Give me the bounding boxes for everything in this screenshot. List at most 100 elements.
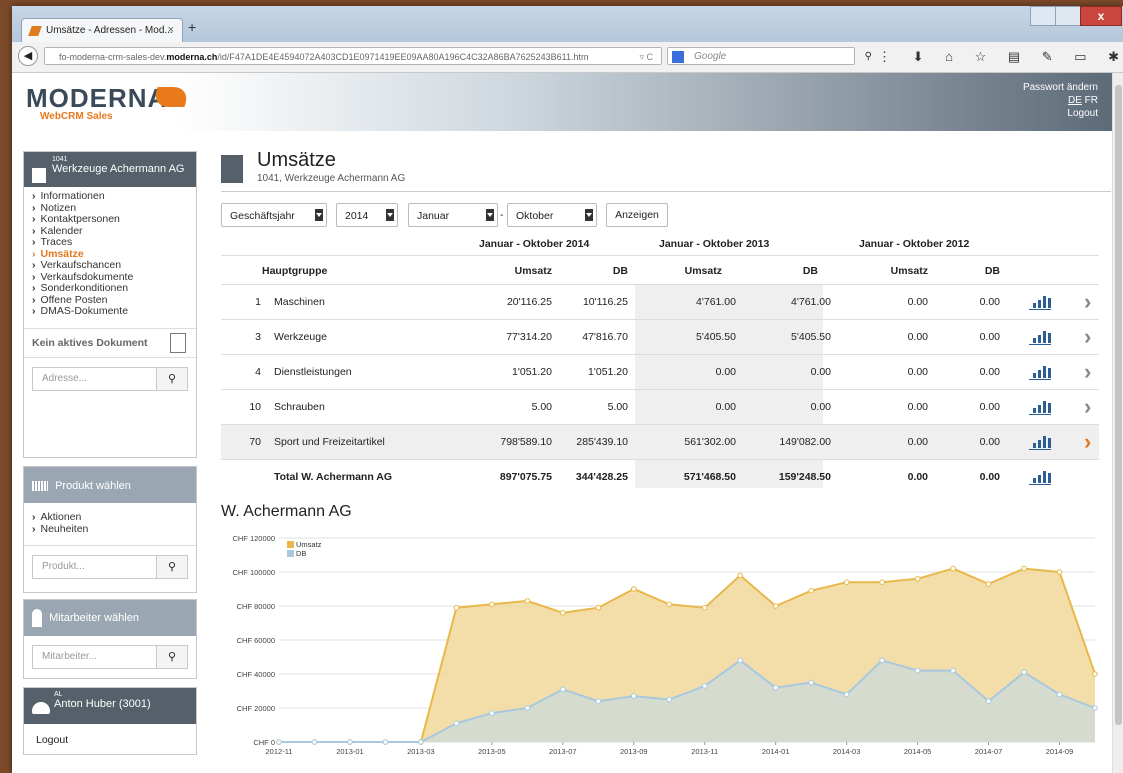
user-header: AL Anton Huber (3001) <box>24 688 196 724</box>
site-header: MODERNA WebCRM Sales Passwort ändern DE … <box>12 73 1112 131</box>
product-search-input[interactable]: Produkt... ⚲ <box>32 555 188 579</box>
toolbar-icons[interactable]: ⋮ ⬇ ⌂ ☆ ▤ ✎ ▭ ✱ ≡ <box>878 49 1123 65</box>
data-point-db <box>772 684 779 691</box>
data-point-db <box>914 667 921 674</box>
menu-item-verkaufschancen[interactable]: Verkaufschancen <box>32 259 188 272</box>
show-button[interactable]: Anzeigen <box>606 203 668 227</box>
bar-chart-icon[interactable] <box>1029 362 1051 380</box>
back-button[interactable]: ◀ <box>18 46 38 66</box>
address-search-button[interactable]: ⚲ <box>156 367 187 390</box>
employee-search-button[interactable]: ⚲ <box>156 646 187 668</box>
product-search-button[interactable]: ⚲ <box>156 556 187 578</box>
menu-item-dmas-dokumente[interactable]: DMAS-Dokumente <box>32 305 188 318</box>
cell-db-2012: 0.00 <box>979 296 1000 308</box>
address-search-input[interactable]: Adresse... ⚲ <box>32 366 188 391</box>
bar-chart-icon[interactable] <box>1029 432 1051 450</box>
product-panel: Produkt wählen Aktionen Neuheiten Produk… <box>23 466 197 593</box>
chevron-right-icon[interactable]: › <box>1084 289 1091 315</box>
sidebar-logout-link[interactable]: Logout <box>24 724 196 756</box>
table-row[interactable]: 3 Werkzeuge 77'314.20 47'816.70 5'405.50… <box>221 320 1099 354</box>
data-point-umsatz <box>879 579 885 586</box>
col-header-hauptgruppe: Hauptgruppe <box>262 265 328 277</box>
url-bar[interactable]: fo-moderna-crm-sales-dev.moderna.ch/id/F… <box>44 47 662 65</box>
minimize-button[interactable] <box>1030 6 1056 26</box>
data-point-db <box>276 739 282 745</box>
row-name: Dienstleistungen <box>274 366 352 378</box>
to-month-value: Oktober <box>516 210 554 222</box>
menu-item-kontaktpersonen[interactable]: Kontaktpersonen <box>32 213 188 226</box>
row-nr: 4 <box>255 366 261 378</box>
menu-item-traces[interactable]: Traces <box>32 236 188 249</box>
chevron-right-icon[interactable]: › <box>1084 324 1091 350</box>
data-point-umsatz <box>630 586 637 592</box>
close-window-button[interactable]: x <box>1080 6 1122 26</box>
bar-chart-icon[interactable] <box>1029 327 1051 345</box>
menu-item-aktionen[interactable]: Aktionen <box>32 511 188 524</box>
chevron-down-icon <box>486 209 494 221</box>
lang-fr-link[interactable]: FR <box>1085 95 1098 106</box>
user-avatar-icon <box>32 702 50 714</box>
lang-de-link[interactable]: DE <box>1068 95 1082 106</box>
data-point-umsatz <box>453 604 460 611</box>
y-tick-label: CHF 120000 <box>232 534 275 543</box>
col-header-db-2014: DB <box>612 265 628 277</box>
menu-item-neuheiten[interactable]: Neuheiten <box>32 523 188 536</box>
bar-chart-icon[interactable] <box>1029 397 1051 415</box>
x-tick-label: 2014-01 <box>762 747 790 756</box>
cell-db-2012: 0.00 <box>979 401 1000 413</box>
search-icon[interactable]: ⚲ <box>865 48 872 66</box>
browser-tab[interactable]: Umsätze - Adressen - Mod... × <box>21 18 183 43</box>
bar-chart-icon[interactable] <box>1029 292 1051 310</box>
data-point-db <box>311 739 318 745</box>
reload-icon[interactable]: ▿ C <box>639 48 653 64</box>
menu-item-sonderkonditionen[interactable]: Sonderkonditionen <box>32 282 188 295</box>
sales-area-chart: CHF 0 CHF 20000 CHF 40000 CHF 60000 CHF 8000… <box>232 534 1098 756</box>
data-point-umsatz <box>1092 671 1098 677</box>
browser-search-input[interactable]: Google ⚲ <box>667 47 872 65</box>
scrollbar-thumb[interactable] <box>1115 85 1122 725</box>
table-total-row: Total W. Achermann AG 897'075.75 344'428… <box>221 460 1099 494</box>
browser-search-placeholder: Google <box>694 51 727 62</box>
period-type-select[interactable]: Geschäftsjahr <box>221 203 327 227</box>
chevron-right-icon[interactable]: › <box>1084 429 1091 455</box>
cell-db-2014: 285'439.10 <box>576 436 628 448</box>
page-scrollbar[interactable] <box>1112 73 1123 773</box>
bar-chart-icon[interactable] <box>1029 467 1051 485</box>
moderna-logo[interactable]: MODERNA WebCRM Sales <box>26 83 192 122</box>
cell-db-2013: 0.00 <box>810 366 831 378</box>
maximize-button[interactable] <box>1055 6 1081 26</box>
table-row[interactable]: 4 Dienstleistungen 1'051.20 1'051.20 0.0… <box>221 355 1099 389</box>
chevron-right-icon[interactable]: › <box>1084 359 1091 385</box>
new-tab-button[interactable]: + <box>188 19 196 35</box>
period-type-value: Geschäftsjahr <box>230 210 295 222</box>
col-header-db-2013: DB <box>802 265 818 277</box>
header-logout-link[interactable]: Logout <box>1023 107 1098 120</box>
y-tick-label: CHF 20000 <box>237 704 275 713</box>
data-point-umsatz <box>524 598 531 604</box>
y-tick-label: CHF 80000 <box>237 602 275 611</box>
cell-umsatz-2013: 0.00 <box>715 401 736 413</box>
cell-db-2012: 0.00 <box>979 436 1000 448</box>
data-point-db <box>737 657 744 664</box>
no-document-label: Kein aktives Dokument <box>32 336 148 349</box>
table-row[interactable]: 1 Maschinen 20'116.25 10'116.25 4'761.00… <box>221 285 1099 319</box>
to-month-select[interactable]: Oktober <box>507 203 597 227</box>
legend-swatch <box>287 550 294 557</box>
table-row[interactable]: 70 Sport und Freizeitartikel 798'589.10 … <box>221 425 1099 459</box>
employee-search-input[interactable]: Mitarbeiter... ⚲ <box>32 645 188 669</box>
row-name: Schrauben <box>274 401 325 413</box>
page-title: Umsätze <box>257 149 336 171</box>
data-point-umsatz <box>560 610 566 616</box>
menu-item-informationen[interactable]: Informationen <box>32 190 188 203</box>
data-point-umsatz <box>1056 569 1063 575</box>
from-month-select[interactable]: Januar <box>408 203 498 227</box>
user-panel: AL Anton Huber (3001) Logout <box>23 687 197 755</box>
data-point-db <box>701 683 708 689</box>
change-password-link[interactable]: Passwort ändern <box>1023 81 1098 94</box>
year-select[interactable]: 2014 <box>336 203 398 227</box>
address-placeholder: Adresse... <box>42 372 88 384</box>
table-row[interactable]: 10 Schrauben 5.00 5.00 0.00 0.00 0.00 0.… <box>221 390 1099 424</box>
close-tab-icon[interactable]: × <box>168 24 174 36</box>
data-point-db <box>453 720 460 727</box>
chevron-right-icon[interactable]: › <box>1084 394 1091 420</box>
